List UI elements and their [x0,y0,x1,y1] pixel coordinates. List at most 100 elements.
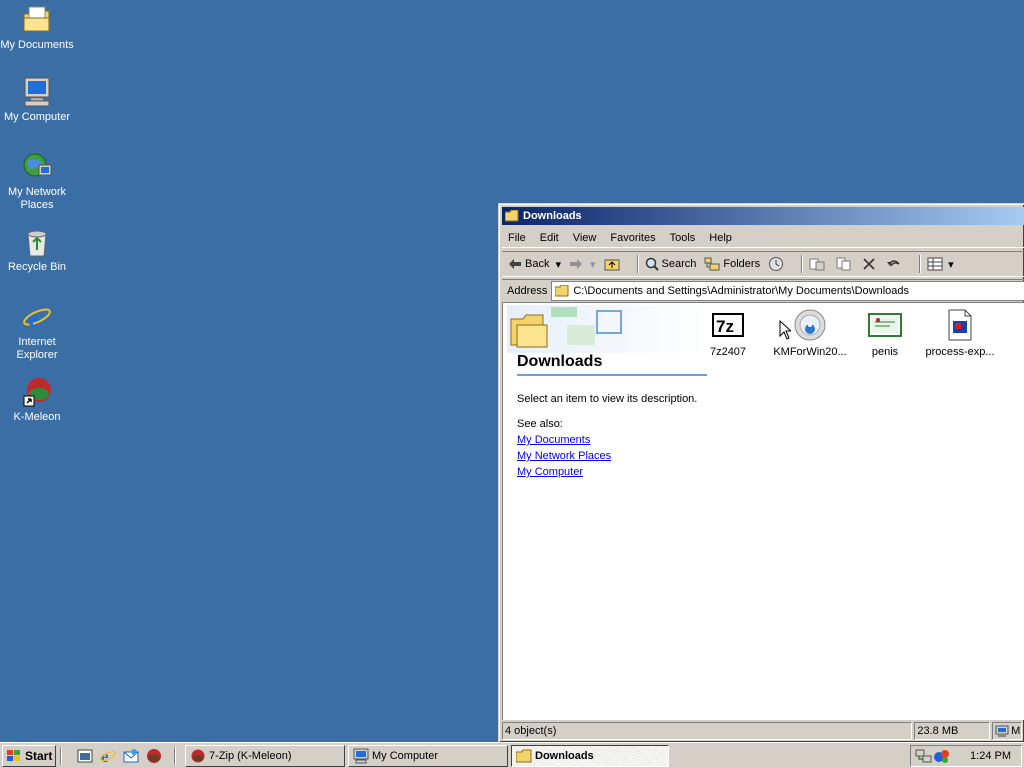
link-my-documents[interactable]: My Documents [517,434,611,446]
forward-dropdown-icon[interactable]: ▾ [590,258,596,271]
views-dropdown-icon: ▾ [948,258,954,271]
outlook-express-icon[interactable] [122,747,140,765]
search-icon [645,257,659,271]
views-button[interactable]: ▾ [927,257,954,271]
back-arrow-icon [509,259,521,269]
taskbar-separator [60,746,62,765]
history-button[interactable] [768,256,787,272]
task-button-downloads[interactable]: Downloads [511,744,669,767]
copy-to-icon [836,257,851,271]
desktop-icon-label: My Computer [3,111,71,123]
delete-x-icon [863,258,875,270]
file-item[interactable]: penis [846,309,924,358]
back-dropdown-icon[interactable]: ▾ [555,258,561,271]
my-computer-icon [21,76,53,108]
desktop-icon-label: K-Meleon [13,411,61,423]
7zip-icon: 7z [712,313,744,337]
network-places-icon [21,151,53,183]
security-shield-icon[interactable] [933,748,951,764]
task-button-7zip-k-meleon[interactable]: 7-Zip (K-Meleon) [185,744,345,767]
status-bar: 4 object(s) 23.8 MB M [502,722,1024,740]
k-meleon-icon [191,749,205,762]
desktop-icon-label: My Documents [0,39,74,51]
link-my-computer[interactable]: My Computer [517,466,611,478]
menu-view[interactable]: View [573,232,597,244]
file-name: 7z2407 [709,346,747,358]
file-item[interactable]: 7z 7z2407 [689,309,767,358]
folder-icon [555,284,569,296]
desktop-icon-k-meleon[interactable]: K-Meleon [0,376,74,424]
up-folder-icon [604,259,620,271]
menu-tools[interactable]: Tools [670,232,696,244]
network-connection-icon[interactable] [915,748,933,764]
windows-logo-icon [7,749,20,761]
menu-help[interactable]: Help [709,232,732,244]
status-zone: M [992,722,1022,740]
desktop-icon-internet-explorer[interactable]: e Internet Explorer [0,301,74,362]
forward-button[interactable]: ▾ [569,258,596,271]
forward-arrow-icon [570,259,582,269]
webview-title: Downloads [517,353,707,376]
standard-toolbar: Back ▾ ▾ Search Folders ▾ [502,251,1024,277]
back-button[interactable]: Back ▾ [508,258,561,271]
address-bar: Address C:\Documents and Settings\Admini… [502,279,1024,301]
desktop-icon-my-documents[interactable]: My Documents [0,4,74,52]
desktop-icon-my-network-places[interactable]: My Network Places [0,151,74,212]
folders-icon [704,257,720,271]
desktop-icon-label: Recycle Bin [7,261,67,273]
file-name: KMForWin20... [773,346,847,358]
menu-edit[interactable]: Edit [540,232,559,244]
file-name: penis [871,346,899,358]
address-label: Address [507,284,548,297]
folder-icon [505,210,519,222]
internet-explorer-icon: e [21,301,53,333]
recycle-bin-icon [21,226,53,258]
my-computer-icon [353,748,369,763]
desktop-icon-label: My Network Places [7,186,67,211]
move-to-icon [809,258,825,271]
toolbar-separator [919,255,922,273]
start-button[interactable]: Start [2,744,56,767]
taskbar: Start e 7-Zip (K-Meleon) My Computer Dow… [0,742,1024,768]
mouse-cursor-icon [779,320,791,340]
folders-button[interactable]: Folders [704,257,760,271]
menu-file[interactable]: File [508,232,526,244]
desktop-icon-recycle-bin[interactable]: Recycle Bin [0,226,74,274]
delete-button[interactable] [863,258,878,270]
see-also-label: See also: [517,418,563,430]
undo-button[interactable] [886,258,905,270]
k-meleon-icon [21,376,53,408]
status-object-count: 4 object(s) [502,722,913,740]
copy-to-button[interactable] [836,257,855,271]
clock[interactable]: 1:24 PM [970,750,1011,762]
my-computer-icon [995,725,1009,737]
link-my-network-places[interactable]: My Network Places [517,450,611,462]
my-documents-icon [21,4,53,36]
desktop-icon-my-computer[interactable]: My Computer [0,76,74,124]
menu-favorites[interactable]: Favorites [610,232,655,244]
taskbar-separator [174,746,176,765]
folder-content[interactable]: Downloads Select an item to view its des… [502,302,1024,720]
window-titlebar[interactable]: Downloads [502,207,1024,225]
views-icon [927,257,943,271]
see-also-section: See also: My Documents My Network Places… [517,418,611,478]
quick-launch: e [76,747,168,765]
internet-explorer-icon[interactable]: e [99,747,117,765]
k-meleon-icon[interactable] [145,747,163,765]
search-button[interactable]: Search [645,257,696,271]
status-size: 23.8 MB [914,722,991,740]
installer-cd-icon [794,309,826,341]
file-item[interactable]: process-exp... [921,309,999,358]
explorer-window[interactable]: Downloads File Edit View Favorites Tools… [498,203,1024,742]
up-folder-button[interactable] [604,257,623,271]
address-input[interactable]: C:\Documents and Settings\Administrator\… [551,280,1024,301]
toolbar-separator [636,255,639,273]
executable-icon [948,309,972,341]
menu-bar: File Edit View Favorites Tools Help [502,228,1024,248]
webview-banner-graphic [507,305,707,353]
file-name: process-exp... [925,346,995,358]
task-button-my-computer[interactable]: My Computer [348,744,508,767]
history-icon [769,257,784,271]
move-to-button[interactable] [809,257,828,271]
show-desktop-icon[interactable] [76,747,94,765]
